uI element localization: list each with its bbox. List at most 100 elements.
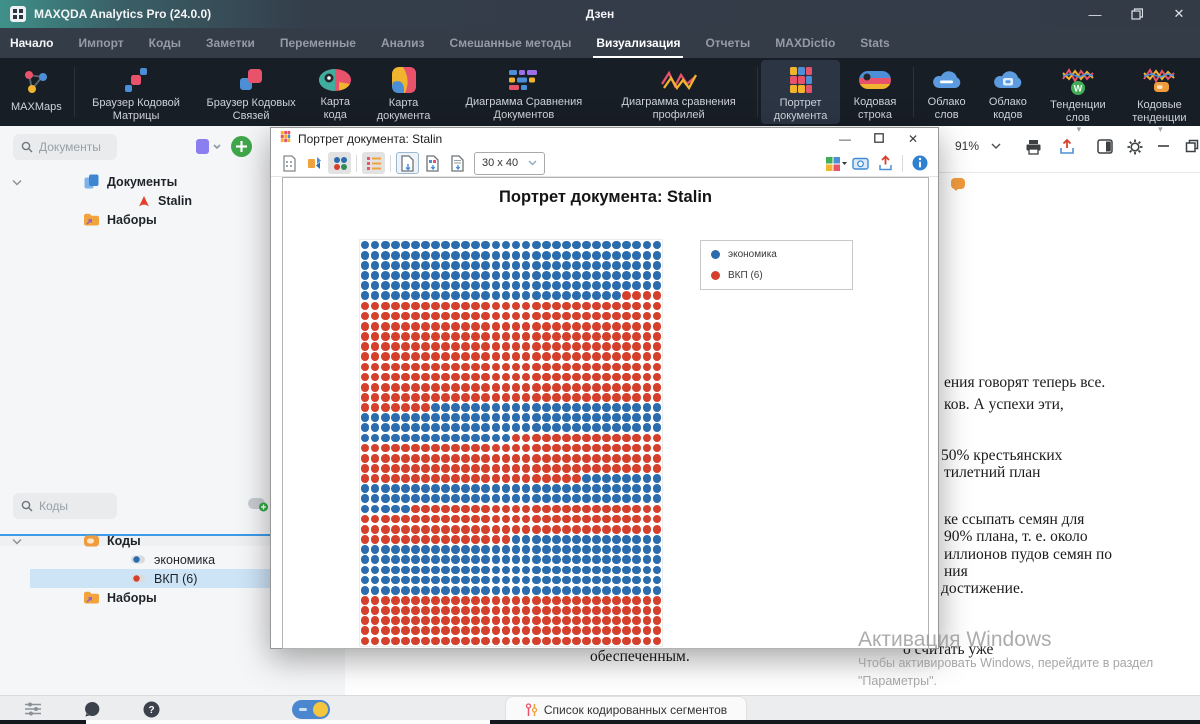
portrait-dot[interactable]: [592, 464, 601, 473]
portrait-dot[interactable]: [370, 403, 380, 412]
portrait-dot[interactable]: [400, 585, 410, 595]
portrait-dot[interactable]: [421, 494, 430, 504]
portrait-dot[interactable]: [511, 494, 521, 504]
portrait-dot[interactable]: [360, 281, 370, 290]
portrait-dot[interactable]: [421, 281, 430, 290]
portrait-dot[interactable]: [551, 626, 561, 636]
portrait-dot[interactable]: [562, 535, 571, 544]
portrait-dot[interactable]: [582, 464, 591, 473]
portrait-dot[interactable]: [622, 362, 632, 372]
portrait-dot[interactable]: [431, 352, 440, 362]
portrait-dot[interactable]: [622, 311, 632, 321]
portrait-dot[interactable]: [390, 504, 400, 514]
portrait-page-text-icon[interactable]: [446, 152, 469, 174]
portrait-dot[interactable]: [431, 403, 440, 412]
panel-minimize-icon[interactable]: [1157, 139, 1170, 152]
portrait-dot[interactable]: [491, 281, 501, 290]
portrait-dot[interactable]: [521, 392, 531, 402]
portrait-dot[interactable]: [602, 332, 611, 341]
portrait-dot[interactable]: [511, 261, 521, 270]
portrait-dot[interactable]: [652, 250, 662, 260]
portrait-dot[interactable]: [431, 443, 440, 453]
portrait-dot[interactable]: [481, 250, 491, 260]
portrait-dot[interactable]: [431, 504, 440, 514]
portrait-dot[interactable]: [360, 301, 370, 311]
portrait-dot[interactable]: [622, 626, 632, 636]
portrait-dot[interactable]: [652, 575, 662, 585]
portrait-dot[interactable]: [582, 606, 591, 615]
portrait-dot[interactable]: [461, 616, 471, 625]
ribbon-button-браузер-кодовых-связей[interactable]: Браузер Кодовых Связей: [194, 60, 307, 124]
portrait-dot[interactable]: [461, 535, 471, 544]
portrait-dot[interactable]: [441, 261, 450, 270]
portrait-dot[interactable]: [501, 453, 511, 463]
portrait-dot[interactable]: [471, 352, 481, 362]
portrait-dot[interactable]: [451, 281, 460, 290]
screenshot-icon[interactable]: [849, 152, 872, 174]
portrait-dot[interactable]: [642, 636, 652, 646]
portrait-dot[interactable]: [622, 524, 632, 534]
portrait-dot[interactable]: [360, 616, 370, 625]
portrait-dot[interactable]: [481, 616, 491, 625]
portrait-dot[interactable]: [491, 453, 501, 463]
portrait-dot[interactable]: [582, 352, 591, 362]
portrait-dot[interactable]: [390, 321, 400, 331]
portrait-dot[interactable]: [421, 392, 430, 402]
portrait-dot[interactable]: [411, 545, 420, 554]
portrait-dot[interactable]: [572, 494, 581, 504]
portrait-dot[interactable]: [652, 342, 662, 351]
portrait-dot[interactable]: [491, 250, 501, 260]
portrait-dot[interactable]: [582, 291, 591, 301]
portrait-dot[interactable]: [451, 443, 460, 453]
portrait-dot[interactable]: [390, 342, 400, 351]
portrait-dot[interactable]: [370, 352, 380, 362]
portrait-dot[interactable]: [370, 474, 380, 483]
portrait-dot[interactable]: [632, 585, 642, 595]
portrait-dot[interactable]: [562, 453, 571, 463]
portrait-dot[interactable]: [461, 514, 471, 524]
portrait-dot[interactable]: [572, 606, 581, 615]
portrait-dot[interactable]: [551, 545, 561, 554]
add-code-icon[interactable]: [248, 497, 270, 517]
portrait-dot[interactable]: [491, 372, 501, 382]
portrait-dot[interactable]: [551, 474, 561, 483]
portrait-dot[interactable]: [400, 352, 410, 362]
portrait-dot[interactable]: [411, 494, 420, 504]
portrait-dot[interactable]: [642, 423, 652, 433]
portrait-dot[interactable]: [612, 413, 622, 422]
portrait-dot[interactable]: [612, 403, 622, 412]
portrait-dot[interactable]: [652, 464, 662, 473]
portrait-dot[interactable]: [501, 332, 511, 341]
portrait-dot[interactable]: [380, 332, 390, 341]
portrait-dot[interactable]: [622, 382, 632, 392]
portrait-dot[interactable]: [370, 362, 380, 372]
portrait-dot[interactable]: [551, 250, 561, 260]
portrait-dot[interactable]: [411, 423, 420, 433]
portrait-dot[interactable]: [632, 281, 642, 290]
portrait-dot[interactable]: [390, 332, 400, 341]
portrait-dot[interactable]: [622, 250, 632, 260]
portrait-dot[interactable]: [642, 535, 652, 544]
portrait-dot[interactable]: [380, 636, 390, 646]
portrait-dot[interactable]: [632, 575, 642, 585]
portrait-dot[interactable]: [642, 372, 652, 382]
portrait-dot[interactable]: [461, 240, 471, 250]
portrait-dot[interactable]: [451, 382, 460, 392]
portrait-dot[interactable]: [642, 342, 652, 351]
portrait-dot[interactable]: [360, 372, 370, 382]
portrait-dot[interactable]: [521, 250, 531, 260]
portrait-dot[interactable]: [592, 585, 601, 595]
portrait-dot[interactable]: [652, 626, 662, 636]
portrait-dot[interactable]: [441, 535, 450, 544]
portrait-dot[interactable]: [431, 585, 440, 595]
portrait-dot[interactable]: [481, 342, 491, 351]
portrait-dot[interactable]: [411, 372, 420, 382]
portrait-dot[interactable]: [400, 372, 410, 382]
portrait-dot[interactable]: [481, 403, 491, 412]
portrait-dot[interactable]: [461, 250, 471, 260]
portrait-dot[interactable]: [572, 321, 581, 331]
portrait-dot[interactable]: [511, 403, 521, 412]
portrait-dot[interactable]: [360, 240, 370, 250]
portrait-dot[interactable]: [582, 362, 591, 372]
portrait-dot[interactable]: [562, 352, 571, 362]
